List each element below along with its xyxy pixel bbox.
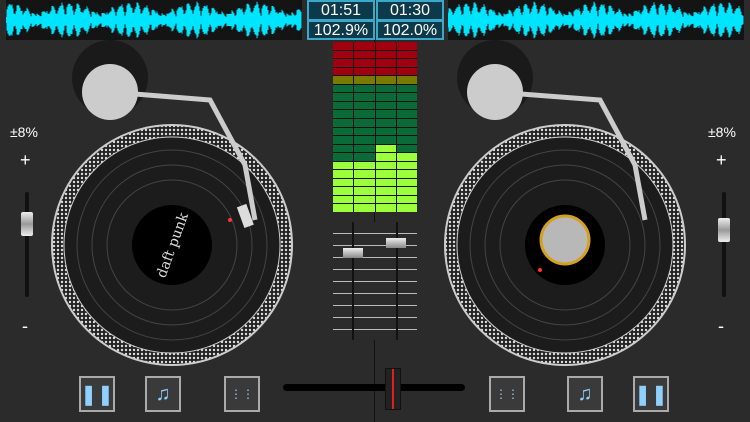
waveform-path <box>5 1 302 39</box>
turntables: daft punk <box>51 40 686 366</box>
crossfader-knob[interactable] <box>385 368 402 410</box>
right-pitch-track <box>722 192 726 297</box>
left-pitch-range[interactable]: ±8% <box>10 124 38 140</box>
left-pitch-minus[interactable]: - <box>22 316 28 337</box>
right-pitch-range[interactable]: ±8% <box>708 124 736 140</box>
right-platter[interactable] <box>444 124 686 366</box>
right-add-music-button[interactable]: ♫ <box>567 376 603 412</box>
left-pitch-slider[interactable] <box>21 212 33 236</box>
left-add-music-button[interactable]: ♫ <box>145 376 181 412</box>
left-pitch-plus[interactable]: + <box>20 150 31 171</box>
add-music-icon: ♫ <box>155 382 171 405</box>
right-mixer-button[interactable]: ⋮⋮ <box>489 376 525 412</box>
waveform-path <box>447 1 744 39</box>
left-pitch-track <box>25 192 29 297</box>
left-time: 01:51 <box>307 0 375 21</box>
right-pitch-display: 102.0% <box>376 20 444 40</box>
left-pitch-display: 102.9% <box>307 20 375 40</box>
mixer-icon: ⋮⋮ <box>230 387 254 401</box>
pause-icon: ❚❚ <box>80 383 114 406</box>
pause-icon: ❚❚ <box>634 383 668 406</box>
right-pause-button[interactable]: ❚❚ <box>633 376 669 412</box>
right-time: 01:30 <box>376 0 444 21</box>
right-pitch-minus[interactable]: - <box>718 316 724 337</box>
mixer-icon: ⋮⋮ <box>495 387 519 401</box>
left-pause-button[interactable]: ❚❚ <box>79 376 115 412</box>
right-waveform[interactable] <box>447 0 744 40</box>
right-pitch-plus[interactable]: + <box>716 150 727 171</box>
left-waveform[interactable] <box>5 0 302 40</box>
crossfader-track[interactable] <box>283 384 465 391</box>
left-platter[interactable]: daft punk <box>51 124 293 366</box>
left-mixer-button[interactable]: ⋮⋮ <box>224 376 260 412</box>
add-music-icon: ♫ <box>577 382 593 405</box>
right-pitch-slider[interactable] <box>718 218 730 242</box>
